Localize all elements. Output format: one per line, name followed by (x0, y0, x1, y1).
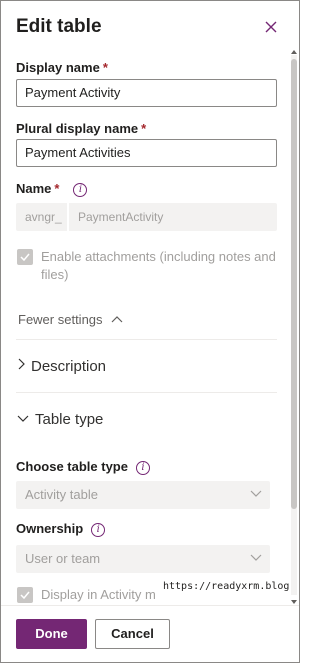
chevron-right-icon (18, 358, 25, 370)
ownership-value: User or team (25, 551, 101, 566)
fewer-settings-toggle[interactable]: Fewer settings (18, 312, 123, 327)
choose-table-type-label: Choose table type i (16, 459, 150, 475)
enable-attachments-label-cont: files) (41, 267, 69, 282)
divider (16, 392, 277, 393)
table-type-section-label: Table type (35, 411, 104, 428)
scrollbar-thumb[interactable] (291, 59, 297, 509)
choose-table-type-info-icon[interactable]: i (135, 461, 150, 475)
done-button[interactable]: Done (16, 619, 87, 649)
required-marker: * (102, 60, 108, 75)
plural-display-name-input[interactable]: Payment Activities (16, 139, 277, 167)
checkmark-icon (20, 253, 30, 262)
chevron-up-icon (111, 316, 123, 323)
fewer-settings-label: Fewer settings (18, 312, 103, 327)
display-in-activity-menus-checkbox[interactable] (17, 587, 33, 603)
chevron-down-icon (17, 415, 29, 422)
chevron-down-icon (250, 554, 262, 561)
cancel-button[interactable]: Cancel (95, 619, 170, 649)
enable-attachments-checkbox[interactable] (17, 249, 33, 265)
name-prefix: avngr_ (16, 203, 67, 231)
enable-attachments-label: Enable attachments (including notes and (41, 249, 276, 264)
display-name-input[interactable]: Payment Activity (16, 79, 277, 107)
plural-display-name-label: Plural display name * (16, 121, 147, 136)
name-input: PaymentActivity (69, 203, 277, 231)
required-marker: * (54, 181, 60, 196)
chevron-down-icon (250, 490, 262, 497)
description-section-toggle[interactable]: Description (17, 358, 106, 375)
vertical-scrollbar[interactable] (290, 49, 298, 605)
description-section-label: Description (31, 358, 107, 375)
form-scroll-area[interactable]: Display name * Payment Activity Plural di… (1, 51, 291, 603)
table-type-section-toggle[interactable]: Table type (17, 411, 103, 428)
display-name-label: Display name * (16, 60, 108, 75)
panel-title: Edit table (16, 16, 102, 37)
checkmark-icon (20, 591, 30, 600)
footer-divider (1, 605, 299, 606)
watermark-text: https://readyxrm.blog (161, 581, 292, 592)
name-info-icon[interactable]: i (73, 183, 88, 197)
divider (16, 339, 277, 340)
ownership-dropdown: User or team (16, 545, 270, 573)
table-type-dropdown: Activity table (16, 481, 270, 509)
table-type-value: Activity table (25, 487, 98, 502)
display-in-activity-menus-label: Display in Activity m (41, 587, 156, 602)
close-icon[interactable] (261, 17, 281, 37)
name-label: Name * i (16, 181, 88, 197)
ownership-label: Ownership i (16, 521, 106, 537)
required-marker: * (141, 121, 147, 136)
edit-table-panel: Edit table Display name * Payment Activit… (0, 0, 300, 663)
ownership-info-icon[interactable]: i (91, 523, 106, 537)
panel-header: Edit table (16, 13, 289, 43)
